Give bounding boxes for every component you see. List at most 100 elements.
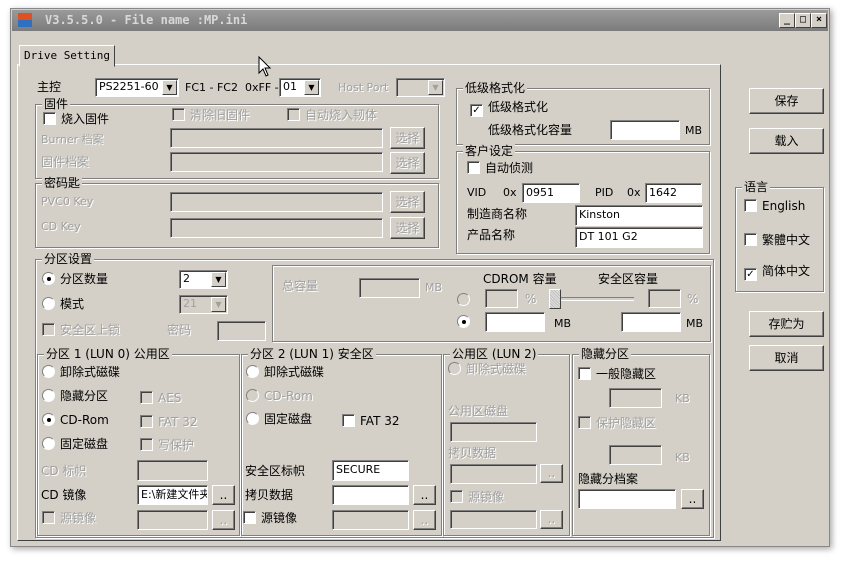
p1-source-image-input[interactable] — [137, 510, 208, 530]
normal-hidden-checkbox[interactable]: 一般隐藏区 — [578, 367, 656, 381]
title-bar[interactable]: V3.5.5.0 - File name :MP.ini _ □ × — [12, 10, 828, 31]
p2-cdrom-radio[interactable]: CD-Rom — [246, 389, 313, 403]
tab-drive-setting[interactable]: Drive Setting — [19, 45, 115, 67]
hidden-file-label: 隐藏分档案 — [578, 472, 639, 486]
p3-removable-radio[interactable]: 卸除式磁碟 — [448, 362, 526, 376]
p1-aes-checkbox[interactable]: AES — [140, 391, 181, 405]
p3-source-input[interactable] — [450, 510, 537, 529]
partition-count-radio[interactable]: 分区数量 — [42, 272, 108, 286]
cd-key-input[interactable] — [170, 218, 383, 238]
pid-input[interactable]: 1642 — [645, 183, 702, 203]
cd-key-select-button[interactable]: 选择 — [390, 217, 425, 239]
p3-copy-browse-button[interactable]: .. — [540, 464, 563, 483]
save-as-button[interactable]: 存贮为 — [749, 311, 824, 337]
save-button[interactable]: 保存 — [749, 88, 824, 114]
auto-detect-checkbox[interactable]: 自动侦测 — [467, 161, 533, 175]
p1-removable-radio[interactable]: 卸除式磁碟 — [42, 365, 120, 379]
clear-old-firmware-checkbox[interactable]: 清除旧固件 — [172, 108, 250, 122]
p1-fixed-radio[interactable]: 固定磁盘 — [42, 437, 108, 451]
protected-hidden-checkbox[interactable]: 保护隐藏区 — [578, 416, 656, 430]
firmware-select-button[interactable]: 选择 — [390, 152, 425, 174]
p3-disk-input[interactable] — [450, 422, 537, 442]
vid-input[interactable]: 0951 — [522, 183, 580, 203]
close-button[interactable]: × — [811, 13, 827, 28]
ff-select[interactable]: 01 ▼ — [279, 78, 321, 97]
p2-fat32-checkbox[interactable]: FAT 32 — [342, 414, 400, 428]
cd-label-label: CD 标帜 — [41, 464, 87, 478]
secure-mb-input[interactable] — [621, 312, 681, 332]
product-input[interactable]: DT 101 G2 — [575, 227, 703, 248]
vendor-label: 制造商名称 — [467, 207, 528, 221]
kb-unit: KB — [675, 392, 690, 405]
low-format-capacity-label: 低级格式化容量 — [488, 123, 573, 137]
p2-copy-data-input[interactable] — [332, 485, 409, 505]
minimize-button[interactable]: _ — [779, 13, 795, 28]
percent-unit: % — [687, 292, 699, 306]
cd-image-input[interactable]: E:\新建文件夹 — [137, 485, 208, 505]
partition3-group: 公用区 (LUN 2) — [443, 347, 570, 536]
p2-fixed-radio[interactable]: 固定磁盘 — [246, 412, 312, 426]
p1-source-image-browse-button[interactable]: .. — [212, 510, 235, 530]
low-format-checkbox[interactable]: ✓ 低级格式化 — [470, 100, 548, 117]
language-traditional-checkbox[interactable]: 繁體中文 — [744, 233, 810, 247]
cdrom-mb-input[interactable] — [485, 312, 545, 332]
password-input[interactable] — [217, 321, 266, 341]
mode-radio[interactable]: 模式 — [42, 297, 84, 311]
secure-percent-input[interactable] — [648, 289, 681, 308]
burner-file-label: Burner 档案 — [41, 133, 104, 146]
maximize-button[interactable]: □ — [795, 13, 811, 28]
chevron-down-icon: ▼ — [211, 297, 226, 312]
burner-select-button[interactable]: 选择 — [390, 127, 425, 149]
firmware-file-input[interactable] — [170, 152, 383, 172]
total-capacity-input[interactable] — [359, 278, 420, 298]
p2-removable-radio[interactable]: 卸除式磁碟 — [246, 365, 324, 379]
p1-write-protect-checkbox[interactable]: 写保护 — [140, 438, 194, 452]
burner-file-input[interactable] — [170, 128, 383, 148]
low-format-capacity-input[interactable] — [610, 120, 680, 140]
cd-image-label: CD 镜像 — [41, 488, 87, 502]
cdrom-percent-input[interactable] — [485, 289, 518, 308]
secure-lock-checkbox[interactable]: 安全区上锁 — [42, 323, 120, 337]
cancel-button[interactable]: 取消 — [749, 345, 824, 371]
language-simplified-checkbox[interactable]: ✓ 简体中文 — [744, 264, 810, 281]
cd-image-browse-button[interactable]: .. — [212, 485, 235, 505]
hidden-file-input[interactable] — [578, 489, 676, 509]
cdrom-capacity-label: CDROM 容量 — [483, 272, 557, 286]
p1-cdrom-radio[interactable]: CD-Rom — [42, 413, 109, 427]
p3-source-image-checkbox[interactable]: 源镜像 — [450, 490, 504, 504]
controller-label: 主控 — [37, 80, 62, 94]
p1-source-image-checkbox[interactable]: 源镜像 — [42, 511, 96, 525]
load-button[interactable]: 载入 — [749, 128, 824, 154]
normal-hidden-input[interactable] — [609, 388, 662, 408]
p2-source-image-input[interactable] — [332, 510, 409, 530]
language-english-checkbox[interactable]: English — [744, 199, 805, 213]
cd-label-input[interactable] — [137, 460, 208, 481]
capacity-slider-track — [552, 297, 634, 301]
p2-source-browse-button[interactable]: .. — [413, 510, 436, 530]
controller-select[interactable]: PS2251-60 ▼ — [95, 78, 179, 97]
mode-select[interactable]: 21 ▼ — [179, 295, 228, 314]
burn-firmware-checkbox[interactable]: 烧入固件 — [43, 112, 109, 126]
pvc0-key-label: PVC0 Key — [41, 195, 94, 208]
p1-fat32-checkbox[interactable]: FAT 32 — [140, 415, 198, 429]
pvc0-select-button[interactable]: 选择 — [390, 191, 425, 213]
mb-radio[interactable] — [457, 315, 475, 329]
capacity-slider-thumb[interactable] — [549, 289, 561, 309]
mb-unit: MB — [425, 281, 443, 294]
pvc0-key-input[interactable] — [170, 192, 383, 212]
partition-count-select[interactable]: 2 ▼ — [179, 270, 228, 289]
password-label: 密码 — [167, 323, 192, 337]
p1-hidden-radio[interactable]: 隐藏分区 — [42, 389, 108, 403]
hidden-file-browse-button[interactable]: .. — [681, 489, 704, 509]
p3-copy-input[interactable] — [450, 464, 537, 484]
secure-label-input[interactable]: SECURE — [332, 460, 409, 481]
kb-unit: KB — [675, 451, 690, 464]
p3-source-browse-button[interactable]: .. — [540, 510, 563, 529]
protected-hidden-input[interactable] — [609, 445, 662, 465]
host-port-select[interactable]: ▼ — [396, 78, 445, 97]
p2-source-image-checkbox[interactable]: 源镜像 — [243, 511, 297, 525]
p2-copy-browse-button[interactable]: .. — [413, 485, 436, 505]
vendor-input[interactable]: Kinston — [575, 205, 703, 226]
percent-radio[interactable] — [457, 293, 475, 307]
auto-burn-checkbox[interactable]: 自动烧入韧体 — [287, 108, 377, 122]
